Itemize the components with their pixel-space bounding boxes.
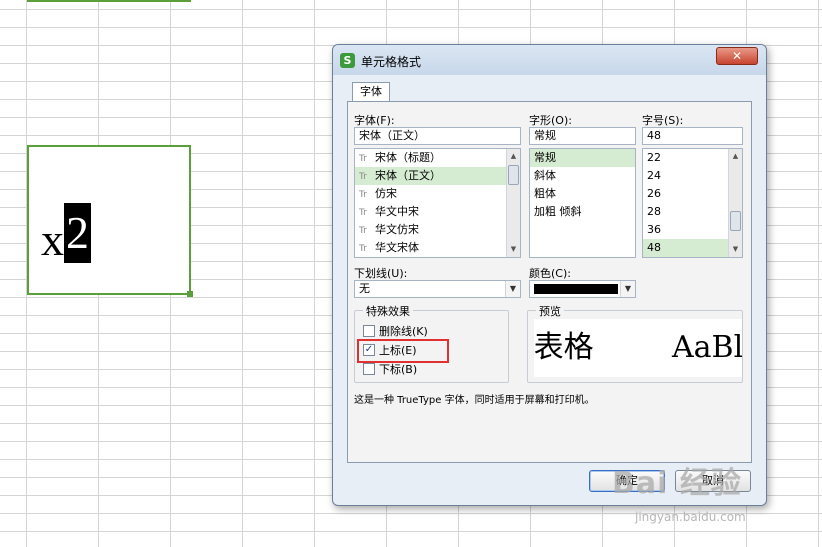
size-input[interactable]: 48 bbox=[642, 127, 743, 145]
list-item-label: 28 bbox=[647, 205, 661, 218]
baidu-watermark: Bai 经验 bbox=[612, 466, 742, 501]
preview-text-chinese: i表格 bbox=[534, 330, 594, 365]
list-item-label: 粗体 bbox=[534, 187, 556, 200]
wps-app-icon: S bbox=[340, 53, 355, 68]
scroll-down-icon[interactable]: ▼ bbox=[507, 243, 520, 256]
truetype-icon: Tr bbox=[359, 172, 367, 182]
font-input[interactable]: 宋体（正文） bbox=[354, 127, 521, 145]
cell-superscript-text: 2 bbox=[64, 203, 91, 263]
size-list[interactable]: 22 24 26 28 36 48 ▲ ▼ bbox=[642, 148, 743, 258]
list-item-label: 加粗 倾斜 bbox=[534, 205, 582, 218]
scroll-down-icon[interactable]: ▼ bbox=[729, 243, 742, 256]
checkbox[interactable] bbox=[363, 363, 375, 375]
color-select[interactable]: ▼ bbox=[529, 280, 636, 298]
effect-option[interactable]: 删除线(K) bbox=[363, 323, 428, 339]
format-cells-dialog: S 单元格格式 ✕ 字体 字体(F): 宋体（正文） Tr 宋体（标题） Tr 宋体（… bbox=[332, 44, 767, 506]
scroll-up-icon[interactable]: ▲ bbox=[729, 150, 742, 163]
active-cell[interactable]: x 2 bbox=[27, 145, 193, 297]
checkbox[interactable] bbox=[363, 325, 375, 337]
list-item-label: 24 bbox=[647, 169, 661, 182]
list-item-label: 华文宋体 bbox=[375, 241, 419, 254]
dialog-titlebar[interactable]: S 单元格格式 ✕ bbox=[333, 45, 766, 75]
size-label: 字号(S): bbox=[642, 114, 684, 127]
preview-text-latin: AaBl bbox=[672, 330, 742, 365]
font-preview: i表格 AaBl bbox=[534, 319, 742, 377]
color-label: 颜色(C): bbox=[529, 267, 571, 280]
list-item[interactable]: Tr 华文中宋 bbox=[355, 203, 520, 221]
list-item[interactable]: 加粗 倾斜 bbox=[530, 203, 635, 221]
list-item[interactable]: 粗体 bbox=[530, 185, 635, 203]
list-item[interactable]: Tr 宋体（正文） bbox=[355, 167, 520, 185]
scroll-thumb[interactable] bbox=[508, 165, 519, 185]
style-input[interactable]: 常规 bbox=[529, 127, 636, 145]
effects-group: 特殊效果 删除线(K) ✓ 上标(E) 下标(B) bbox=[354, 303, 509, 383]
cell-content: x 2 bbox=[41, 203, 91, 263]
list-item-label: 仿宋 bbox=[375, 187, 397, 200]
style-list[interactable]: 常规斜体粗体加粗 倾斜 bbox=[529, 148, 636, 258]
effects-title: 特殊效果 bbox=[363, 303, 413, 319]
truetype-icon: Tr bbox=[359, 244, 367, 254]
underline-select[interactable]: 无 ▼ bbox=[354, 280, 521, 298]
truetype-icon: Tr bbox=[359, 226, 367, 236]
chevron-down-icon[interactable]: ▼ bbox=[505, 281, 520, 297]
color-swatch bbox=[534, 284, 618, 294]
font-list-scrollbar[interactable]: ▲ ▼ bbox=[506, 149, 520, 257]
list-item-label: 宋体（正文） bbox=[375, 169, 441, 182]
list-item[interactable]: Tr 华文仿宋 bbox=[355, 221, 520, 239]
preview-title: 预览 bbox=[536, 303, 564, 319]
underline-label: 下划线(U): bbox=[354, 267, 408, 280]
list-item[interactable]: Tr 仿宋 bbox=[355, 185, 520, 203]
highlight-box bbox=[357, 339, 449, 363]
effect-option[interactable]: 下标(B) bbox=[363, 361, 417, 377]
list-item-label: 华文中宋 bbox=[375, 205, 419, 218]
cell-base-text: x bbox=[41, 214, 64, 265]
style-label: 字形(O): bbox=[529, 114, 572, 127]
fill-handle[interactable] bbox=[187, 291, 193, 297]
dialog-title: 单元格格式 bbox=[361, 55, 422, 69]
column-selection-indicator bbox=[27, 0, 191, 2]
list-item-label: 26 bbox=[647, 187, 661, 200]
effect-label: 删除线(K) bbox=[379, 325, 428, 338]
list-item-label: 常规 bbox=[534, 151, 556, 164]
list-item-label: 48 bbox=[647, 241, 661, 254]
truetype-icon: Tr bbox=[359, 190, 367, 200]
preview-group: 预览 i表格 AaBl bbox=[527, 303, 743, 383]
list-item-label: 22 bbox=[647, 151, 661, 164]
truetype-icon: Tr bbox=[359, 154, 367, 164]
underline-value: 无 bbox=[359, 282, 370, 295]
font-tab-panel: 字体(F): 宋体（正文） Tr 宋体（标题） Tr 宋体（正文） Tr 仿宋 Tr 华文中宋… bbox=[347, 101, 752, 463]
close-button[interactable]: ✕ bbox=[716, 47, 758, 65]
scroll-thumb[interactable] bbox=[730, 211, 741, 231]
font-label: 字体(F): bbox=[354, 114, 395, 127]
list-item-label: 华文仿宋 bbox=[375, 223, 419, 236]
list-item-label: 宋体（标题） bbox=[375, 151, 441, 164]
list-item-label: 斜体 bbox=[534, 169, 556, 182]
scroll-up-icon[interactable]: ▲ bbox=[507, 150, 520, 163]
effect-label: 下标(B) bbox=[379, 363, 418, 376]
font-info-text: 这是一种 TrueType 字体，同时适用于屏幕和打印机。 bbox=[354, 395, 595, 406]
list-item[interactable]: 斜体 bbox=[530, 167, 635, 185]
list-item-label: 36 bbox=[647, 223, 661, 236]
list-item[interactable]: Tr 华文宋体 bbox=[355, 239, 520, 257]
tab-font[interactable]: 字体 bbox=[352, 82, 390, 102]
chevron-down-icon[interactable]: ▼ bbox=[620, 281, 635, 297]
truetype-icon: Tr bbox=[359, 208, 367, 218]
font-list[interactable]: Tr 宋体（标题） Tr 宋体（正文） Tr 仿宋 Tr 华文中宋 Tr 华文仿宋 Tr 华文宋体 ▲… bbox=[354, 148, 521, 258]
list-item[interactable]: Tr 宋体（标题） bbox=[355, 149, 520, 167]
baidu-watermark-url: jingyan.baidu.com bbox=[635, 510, 746, 524]
list-item[interactable]: 常规 bbox=[530, 149, 635, 167]
size-list-scrollbar[interactable]: ▲ ▼ bbox=[728, 149, 742, 257]
